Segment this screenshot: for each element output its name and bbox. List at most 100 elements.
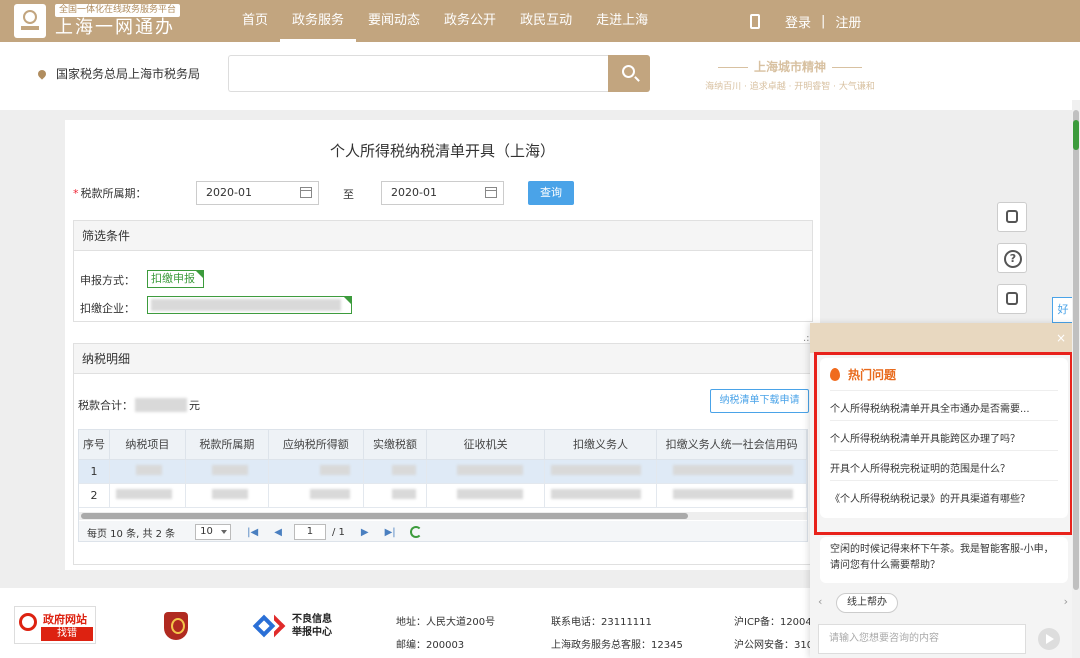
logo-name[interactable]: 上海一网通办 (55, 17, 175, 39)
help-button[interactable]: ? (997, 243, 1027, 273)
calendar-icon[interactable] (300, 187, 312, 198)
column-header: 扣缴义务人统一社会信用码 (656, 430, 807, 460)
quick-reply-button[interactable]: 线上帮办 (836, 593, 898, 613)
footer-phone: 联系电话：23111111 (551, 617, 652, 628)
footer-icp[interactable]: 沪ICP备：120042 (734, 613, 810, 628)
nav-about-shanghai[interactable]: 走进上海 (584, 0, 660, 42)
prev-page-icon[interactable]: ◀ (274, 527, 282, 538)
chat-header: × (810, 323, 1076, 353)
column-header: 序号 (79, 430, 110, 460)
chat-input[interactable]: 请输入您想要咨询的内容 (818, 624, 1026, 654)
close-icon[interactable]: × (1056, 331, 1066, 345)
check-icon (343, 296, 352, 305)
footer-postcode: 邮编：200003 (396, 640, 465, 651)
robot-assistant-button[interactable] (997, 202, 1027, 232)
robot-icon (1006, 210, 1018, 223)
bad-info-text: 不良信息 (292, 614, 332, 625)
first-page-icon[interactable]: |◀ (247, 527, 258, 538)
last-page-icon[interactable]: ▶| (385, 527, 396, 538)
column-header: 实缴税额 (363, 430, 428, 460)
magnifier-icon (19, 613, 37, 631)
find-error-text: 找错 (41, 627, 93, 641)
bad-info-report-text[interactable]: 不良信息 举报中心 (292, 613, 332, 639)
total-pages: / 1 (331, 526, 345, 538)
page-size-select[interactable]: 10 (195, 524, 232, 540)
table-cell (426, 459, 545, 484)
search-button[interactable] (608, 55, 650, 92)
report-center-text: 举报中心 (292, 627, 332, 638)
query-button[interactable]: 查询 (528, 181, 574, 205)
page-number-input[interactable]: 1 (293, 524, 326, 540)
nav-public-affairs[interactable]: 政务公开 (432, 0, 508, 42)
vertical-scrollbar[interactable] (1072, 100, 1080, 658)
send-button[interactable] (1038, 628, 1060, 650)
calendar-icon[interactable] (485, 187, 497, 198)
main-nav: 首页 政务服务 要闻动态 政务公开 政民互动 走进上海 (230, 0, 660, 42)
row-number: 2 (79, 483, 110, 508)
highlight-frame (814, 352, 1073, 535)
gov-site-error-logo[interactable]: 政府网站 找错 (14, 606, 96, 644)
pagination-bar: 每页 10 条, 共 2 条 10 |◀ ◀ 1 / 1 ▶ ▶| (79, 521, 807, 541)
start-date-input[interactable]: 2020-01 (196, 181, 319, 205)
party-emblem-icon[interactable] (164, 612, 188, 640)
table-row[interactable]: 1 (79, 459, 807, 484)
period-label: 税款所属期： (80, 187, 147, 200)
table-cell (185, 459, 269, 484)
city-spirit-banner: 上海城市精神 海纳百川 · 追求卓越 · 开明睿智 · 大气谦和 (690, 58, 890, 92)
horizontal-scrollbar[interactable] (79, 512, 807, 520)
withholding-company-chip[interactable] (147, 296, 352, 314)
required-mark: * (73, 186, 79, 200)
nav-home[interactable]: 首页 (230, 0, 280, 42)
divider: | (821, 13, 826, 29)
chevron-left-icon[interactable]: ‹ (818, 595, 822, 608)
declare-method-label: 申报方式： (80, 274, 135, 287)
declare-method-chip[interactable]: 扣缴申报 (147, 270, 204, 288)
table-cell (544, 483, 658, 508)
nav-interaction[interactable]: 政民互动 (508, 0, 584, 42)
nav-government-services[interactable]: 政务服务 (280, 0, 357, 42)
chevron-right-icon[interactable]: › (1064, 595, 1068, 608)
tax-list-panel: 个人所得税纳税清单开具（上海） * 税款所属期： 2020-01 至 2020-… (65, 120, 820, 570)
start-date-value: 2020-01 (206, 186, 252, 199)
filter-header: 筛选条件 (74, 221, 812, 251)
declare-method-value: 扣缴申报 (151, 272, 195, 285)
page-title: 个人所得税纳税清单开具（上海） (329, 142, 555, 160)
login-link[interactable]: 登录 (785, 12, 811, 31)
table-row[interactable]: 2 (79, 483, 807, 508)
refresh-icon[interactable] (409, 526, 422, 538)
end-date-input[interactable]: 2020-01 (381, 181, 504, 205)
bot-icon (1006, 292, 1018, 305)
footer-police[interactable]: 沪公网安备：3101 (734, 636, 810, 651)
chat-bot-button[interactable] (997, 284, 1027, 314)
download-request-button[interactable]: 纳税清单下载申请 (710, 389, 809, 413)
quick-reply-row: ‹ 线上帮办 › (810, 591, 1076, 615)
nav-news[interactable]: 要闻动态 (356, 0, 432, 42)
table-cell (268, 459, 364, 484)
mobile-icon[interactable] (750, 13, 760, 29)
table-header-row: 序号 纳税项目 税款所属期 应纳税所得额 实缴税额 征收机关 扣缴义务人 扣缴义… (79, 430, 807, 460)
column-header: 征收机关 (426, 430, 545, 460)
site-logo-icon[interactable] (14, 4, 46, 38)
next-page-icon[interactable]: ▶ (361, 527, 369, 538)
department-location[interactable]: 国家税务总局上海市税务局 (36, 65, 200, 82)
table-cell (363, 459, 428, 484)
table-cell (268, 483, 364, 508)
table-cell (185, 483, 269, 508)
tax-total-unit: 元 (189, 399, 200, 412)
column-header: 税款所属期 (185, 430, 269, 460)
rating-tab[interactable]: 好 (1052, 297, 1074, 323)
logo-tagline: 全国一体化在线政务服务平台 (55, 4, 181, 17)
tax-total: 税款合计： 元 (78, 397, 200, 413)
question-icon: ? (1004, 250, 1022, 268)
pagination-summary: 每页 10 条, 共 2 条 (87, 528, 176, 540)
column-header: 扣缴义务人 (544, 430, 658, 460)
city-spirit-title: 上海城市精神 (690, 58, 890, 75)
row-number: 1 (79, 459, 110, 484)
to-label: 至 (343, 188, 354, 201)
register-link[interactable]: 注册 (835, 12, 861, 31)
redacted-company (151, 299, 341, 311)
search-input[interactable] (228, 55, 609, 92)
search-icon (622, 65, 635, 78)
city-spirit-subtitle: 海纳百川 · 追求卓越 · 开明睿智 · 大气谦和 (705, 82, 875, 92)
bad-info-report-logo-icon[interactable] (252, 612, 286, 640)
